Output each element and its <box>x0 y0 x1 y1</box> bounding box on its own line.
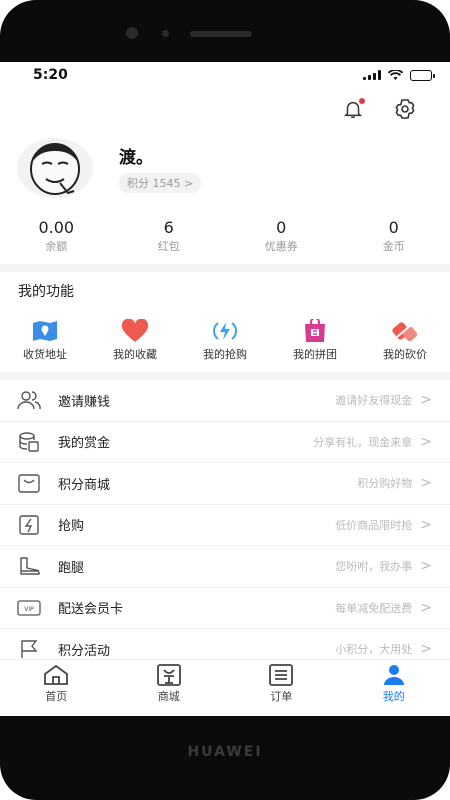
app-screen: 5:20 渡。 积分 1545 > 0.00 余额 6 红包 0 优惠券 0 金… <box>0 62 450 716</box>
group-bag-icon <box>305 319 325 342</box>
coins-icon <box>19 432 39 452</box>
svg-text:VIP: VIP <box>24 606 34 613</box>
tab-mine[interactable]: 我的 <box>338 660 450 716</box>
tab-orders[interactable]: 订单 <box>225 660 338 716</box>
gear-icon <box>395 99 415 119</box>
functions-title: 我的功能 <box>18 284 74 300</box>
front-camera <box>126 27 138 39</box>
heart-icon <box>121 319 149 342</box>
menu-flash-sale[interactable]: 抢购 低价商品限时抢 > <box>0 505 450 546</box>
shop-icon <box>156 664 181 686</box>
menu-invite[interactable]: 邀请赚钱 邀请好友得现金 > <box>0 380 450 422</box>
chevron-right-icon: > <box>420 475 432 492</box>
wifi-icon <box>388 69 403 80</box>
function-group-buy[interactable]: 我的拼团 <box>276 316 354 372</box>
functions-grid: 收货地址 我的收藏 我的抢购 我的拼团 我的砍价 <box>0 312 450 372</box>
tab-shop[interactable]: 商城 <box>113 660 226 716</box>
mall-icon <box>18 474 40 493</box>
avatar[interactable] <box>17 138 93 198</box>
menu-vip-card[interactable]: VIP 配送会员卡 每单减免配送费 > <box>0 588 450 629</box>
header-actions <box>0 88 450 130</box>
divider <box>0 372 450 380</box>
chevron-right-icon: > <box>420 516 432 533</box>
earpiece <box>190 31 252 37</box>
bargain-icon <box>392 322 418 342</box>
stat-red-packet[interactable]: 6 红包 <box>113 218 226 254</box>
chevron-right-icon: > <box>420 392 432 409</box>
function-bargain[interactable]: 我的砍价 <box>366 316 444 372</box>
status-bar: 5:20 <box>0 62 450 88</box>
order-icon <box>269 664 294 686</box>
notification-button[interactable] <box>340 96 366 122</box>
home-icon <box>44 664 69 685</box>
stat-gold-coin[interactable]: 0 金币 <box>338 218 450 254</box>
flash-icon <box>213 322 237 340</box>
profile-section[interactable]: 渡。 积分 1545 > <box>0 130 450 202</box>
avatar-face-icon <box>30 143 80 195</box>
notification-dot <box>359 98 365 104</box>
chevron-right-icon: > <box>420 641 432 658</box>
chevron-right-icon: > <box>420 599 432 616</box>
stat-balance[interactable]: 0.00 余额 <box>0 218 113 254</box>
flash-box-icon <box>19 515 39 535</box>
function-favorites[interactable]: 我的收藏 <box>96 316 174 372</box>
status-time: 5:20 <box>33 67 68 83</box>
menu-errand[interactable]: 跑腿 您吩咐，我办事 > <box>0 546 450 588</box>
flag-icon <box>21 640 38 659</box>
account-stats: 0.00 余额 6 红包 0 优惠券 0 金币 <box>0 208 450 264</box>
tab-home[interactable]: 首页 <box>0 660 113 716</box>
signal-icon <box>363 70 381 80</box>
battery-icon <box>410 69 435 81</box>
boot-icon <box>20 557 40 575</box>
vip-card-icon: VIP <box>17 600 41 616</box>
user-name: 渡。 <box>119 148 153 168</box>
phone-frame: 5:20 渡。 积分 1545 > 0.00 余额 6 红包 0 优惠券 0 金… <box>0 0 450 800</box>
stat-coupon[interactable]: 0 优惠券 <box>225 218 338 254</box>
bottom-tab-bar: 首页 商城 订单 我的 <box>0 659 450 716</box>
settings-button[interactable] <box>392 96 418 122</box>
sensor <box>162 30 169 37</box>
user-icon <box>383 665 404 685</box>
menu-list: 邀请赚钱 邀请好友得现金 > 我的赏金 分享有礼，现金来拿 > 积分商城 积分购… <box>0 380 450 671</box>
menu-points-mall[interactable]: 积分商城 积分购好物 > <box>0 463 450 505</box>
chevron-right-icon: > <box>420 558 432 575</box>
map-icon <box>33 321 57 341</box>
menu-bounty[interactable]: 我的赏金 分享有礼，现金来拿 > <box>0 422 450 463</box>
function-address[interactable]: 收货地址 <box>6 316 84 372</box>
points-badge[interactable]: 积分 1545 > <box>119 173 202 193</box>
device-brand-label: HUAWEI <box>187 744 263 760</box>
users-icon <box>17 391 41 410</box>
function-flash-sale[interactable]: 我的抢购 <box>186 316 264 372</box>
divider <box>0 264 450 272</box>
phone-top-bezel <box>0 24 450 44</box>
chevron-right-icon: > <box>420 433 432 450</box>
